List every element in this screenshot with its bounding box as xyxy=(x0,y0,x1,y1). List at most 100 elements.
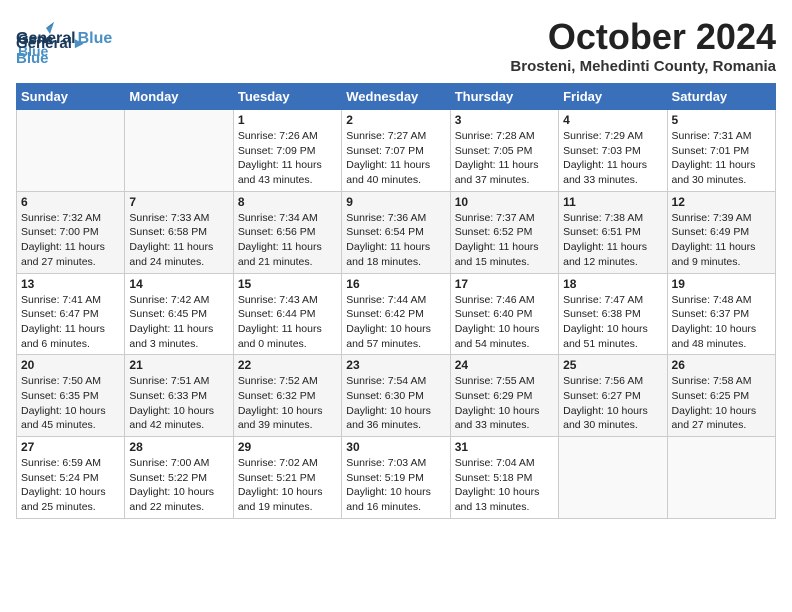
calendar-cell: 5 Sunrise: 7:31 AM Sunset: 7:01 PM Daylig… xyxy=(667,110,775,192)
calendar-cell: 18 Sunrise: 7:47 AM Sunset: 6:38 PM Dayli… xyxy=(559,273,667,355)
calendar-cell: 22 Sunrise: 7:52 AM Sunset: 6:32 PM Dayli… xyxy=(233,355,341,437)
day-number: 8 xyxy=(238,195,337,209)
weekday-header: Monday xyxy=(125,84,233,110)
day-info: Sunrise: 7:37 AM Sunset: 6:52 PM Dayligh… xyxy=(455,211,554,270)
day-number: 2 xyxy=(346,113,445,127)
day-number: 4 xyxy=(563,113,662,127)
day-info: Sunrise: 7:28 AM Sunset: 7:05 PM Dayligh… xyxy=(455,129,554,188)
weekday-header-row: SundayMondayTuesdayWednesdayThursdayFrid… xyxy=(17,84,776,110)
day-number: 19 xyxy=(672,277,771,291)
page-header: General Blue General Blue General► Blue … xyxy=(16,16,776,75)
day-info: Sunrise: 7:46 AM Sunset: 6:40 PM Dayligh… xyxy=(455,293,554,352)
day-info: Sunrise: 7:26 AM Sunset: 7:09 PM Dayligh… xyxy=(238,129,337,188)
calendar-cell: 17 Sunrise: 7:46 AM Sunset: 6:40 PM Dayli… xyxy=(450,273,558,355)
day-info: Sunrise: 7:55 AM Sunset: 6:29 PM Dayligh… xyxy=(455,374,554,433)
calendar-week-row: 20Sunrise: 7:50 AM Sunset: 6:35 PM Dayli… xyxy=(17,355,776,437)
calendar-cell: 29Sunrise: 7:02 AM Sunset: 5:21 PM Dayli… xyxy=(233,437,341,519)
day-number: 11 xyxy=(563,195,662,209)
weekday-header: Sunday xyxy=(17,84,125,110)
day-info: Sunrise: 7:00 AM Sunset: 5:22 PM Dayligh… xyxy=(129,456,228,515)
day-number: 27 xyxy=(21,440,120,454)
calendar-cell: 26Sunrise: 7:58 AM Sunset: 6:25 PM Dayli… xyxy=(667,355,775,437)
day-number: 5 xyxy=(672,113,771,127)
calendar-table: SundayMondayTuesdayWednesdayThursdayFrid… xyxy=(16,83,776,519)
calendar-week-row: 13 Sunrise: 7:41 AM Sunset: 6:47 PM Dayli… xyxy=(17,273,776,355)
calendar-cell: 11 Sunrise: 7:38 AM Sunset: 6:51 PM Dayli… xyxy=(559,191,667,273)
day-info: Sunrise: 7:43 AM Sunset: 6:44 PM Dayligh… xyxy=(238,293,337,352)
day-number: 23 xyxy=(346,358,445,372)
day-info: Sunrise: 7:31 AM Sunset: 7:01 PM Dayligh… xyxy=(672,129,771,188)
day-number: 31 xyxy=(455,440,554,454)
logo-general-text: General► xyxy=(16,36,87,51)
day-number: 15 xyxy=(238,277,337,291)
day-info: Sunrise: 7:50 AM Sunset: 6:35 PM Dayligh… xyxy=(21,374,120,433)
day-info: Sunrise: 7:47 AM Sunset: 6:38 PM Dayligh… xyxy=(563,293,662,352)
day-info: Sunrise: 7:52 AM Sunset: 6:32 PM Dayligh… xyxy=(238,374,337,433)
calendar-cell: 10 Sunrise: 7:37 AM Sunset: 6:52 PM Dayli… xyxy=(450,191,558,273)
day-info: Sunrise: 7:32 AM Sunset: 7:00 PM Dayligh… xyxy=(21,211,120,270)
day-number: 18 xyxy=(563,277,662,291)
weekday-header: Wednesday xyxy=(342,84,450,110)
calendar-cell: 12 Sunrise: 7:39 AM Sunset: 6:49 PM Dayli… xyxy=(667,191,775,273)
day-info: Sunrise: 7:38 AM Sunset: 6:51 PM Dayligh… xyxy=(563,211,662,270)
calendar-cell: 20Sunrise: 7:50 AM Sunset: 6:35 PM Dayli… xyxy=(17,355,125,437)
day-number: 17 xyxy=(455,277,554,291)
day-number: 1 xyxy=(238,113,337,127)
day-info: Sunrise: 6:59 AM Sunset: 5:24 PM Dayligh… xyxy=(21,456,120,515)
calendar-cell: 6 Sunrise: 7:32 AM Sunset: 7:00 PM Daylig… xyxy=(17,191,125,273)
day-info: Sunrise: 7:58 AM Sunset: 6:25 PM Dayligh… xyxy=(672,374,771,433)
calendar-cell: 31Sunrise: 7:04 AM Sunset: 5:18 PM Dayli… xyxy=(450,437,558,519)
calendar-cell: 15 Sunrise: 7:43 AM Sunset: 6:44 PM Dayli… xyxy=(233,273,341,355)
calendar-cell: 16 Sunrise: 7:44 AM Sunset: 6:42 PM Dayli… xyxy=(342,273,450,355)
weekday-header: Tuesday xyxy=(233,84,341,110)
day-number: 9 xyxy=(346,195,445,209)
day-number: 22 xyxy=(238,358,337,372)
calendar-week-row: 27 Sunrise: 6:59 AM Sunset: 5:24 PM Dayli… xyxy=(17,437,776,519)
weekday-header: Saturday xyxy=(667,84,775,110)
calendar-cell: 21 Sunrise: 7:51 AM Sunset: 6:33 PM Dayli… xyxy=(125,355,233,437)
day-info: Sunrise: 7:42 AM Sunset: 6:45 PM Dayligh… xyxy=(129,293,228,352)
calendar-week-row: 6 Sunrise: 7:32 AM Sunset: 7:00 PM Daylig… xyxy=(17,191,776,273)
day-number: 14 xyxy=(129,277,228,291)
weekday-header: Thursday xyxy=(450,84,558,110)
day-info: Sunrise: 7:27 AM Sunset: 7:07 PM Dayligh… xyxy=(346,129,445,188)
day-number: 3 xyxy=(455,113,554,127)
calendar-cell xyxy=(559,437,667,519)
day-number: 6 xyxy=(21,195,120,209)
calendar-cell: 13 Sunrise: 7:41 AM Sunset: 6:47 PM Dayli… xyxy=(17,273,125,355)
day-number: 24 xyxy=(455,358,554,372)
day-info: Sunrise: 7:29 AM Sunset: 7:03 PM Dayligh… xyxy=(563,129,662,188)
day-number: 10 xyxy=(455,195,554,209)
day-info: Sunrise: 7:33 AM Sunset: 6:58 PM Dayligh… xyxy=(129,211,228,270)
calendar-cell xyxy=(125,110,233,192)
calendar-cell xyxy=(667,437,775,519)
day-info: Sunrise: 7:48 AM Sunset: 6:37 PM Dayligh… xyxy=(672,293,771,352)
calendar-cell: 8 Sunrise: 7:34 AM Sunset: 6:56 PM Daylig… xyxy=(233,191,341,273)
title-block: October 2024 Brosteni, Mehedinti County,… xyxy=(510,16,776,75)
weekday-header: Friday xyxy=(559,84,667,110)
calendar-cell: 1 Sunrise: 7:26 AM Sunset: 7:09 PM Daylig… xyxy=(233,110,341,192)
day-number: 7 xyxy=(129,195,228,209)
day-info: Sunrise: 7:51 AM Sunset: 6:33 PM Dayligh… xyxy=(129,374,228,433)
day-number: 16 xyxy=(346,277,445,291)
calendar-cell: 25Sunrise: 7:56 AM Sunset: 6:27 PM Dayli… xyxy=(559,355,667,437)
day-info: Sunrise: 7:41 AM Sunset: 6:47 PM Dayligh… xyxy=(21,293,120,352)
location: Brosteni, Mehedinti County, Romania xyxy=(510,58,776,75)
day-info: Sunrise: 7:44 AM Sunset: 6:42 PM Dayligh… xyxy=(346,293,445,352)
day-number: 12 xyxy=(672,195,771,209)
day-info: Sunrise: 7:54 AM Sunset: 6:30 PM Dayligh… xyxy=(346,374,445,433)
calendar-cell: 28 Sunrise: 7:00 AM Sunset: 5:22 PM Dayli… xyxy=(125,437,233,519)
day-number: 13 xyxy=(21,277,120,291)
calendar-cell: 9 Sunrise: 7:36 AM Sunset: 6:54 PM Daylig… xyxy=(342,191,450,273)
calendar-week-row: 1 Sunrise: 7:26 AM Sunset: 7:09 PM Daylig… xyxy=(17,110,776,192)
day-info: Sunrise: 7:36 AM Sunset: 6:54 PM Dayligh… xyxy=(346,211,445,270)
calendar-cell: 30Sunrise: 7:03 AM Sunset: 5:19 PM Dayli… xyxy=(342,437,450,519)
day-number: 21 xyxy=(129,358,228,372)
day-info: Sunrise: 7:02 AM Sunset: 5:21 PM Dayligh… xyxy=(238,456,337,515)
day-number: 25 xyxy=(563,358,662,372)
logo-blue-text: Blue xyxy=(16,51,87,66)
day-info: Sunrise: 7:34 AM Sunset: 6:56 PM Dayligh… xyxy=(238,211,337,270)
day-info: Sunrise: 7:39 AM Sunset: 6:49 PM Dayligh… xyxy=(672,211,771,270)
day-number: 28 xyxy=(129,440,228,454)
calendar-cell: 14 Sunrise: 7:42 AM Sunset: 6:45 PM Dayli… xyxy=(125,273,233,355)
